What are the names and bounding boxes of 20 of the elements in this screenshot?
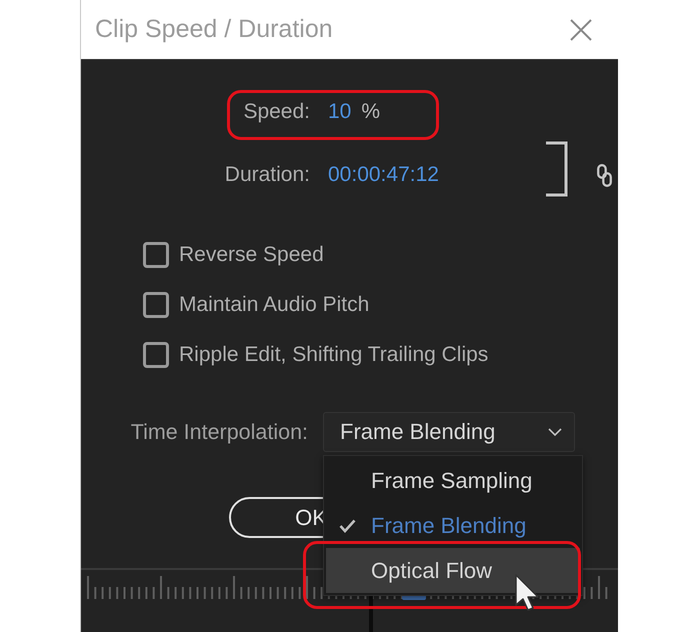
checkbox-label[interactable]: Reverse Speed — [179, 243, 324, 267]
percent-unit: % — [361, 100, 380, 124]
duration-label: Duration: — [224, 162, 310, 188]
checkbox-label[interactable]: Maintain Audio Pitch — [179, 293, 370, 317]
checkbox-label[interactable]: Ripple Edit, Shifting Trailing Clips — [179, 343, 488, 367]
bracket-icon — [545, 141, 569, 197]
menu-item[interactable]: Optical Flow — [326, 548, 580, 593]
checkbox[interactable] — [143, 242, 169, 268]
chevron-down-icon — [548, 428, 562, 436]
time-interpolation-label: Time Interpolation: — [130, 420, 308, 444]
checkbox[interactable] — [143, 342, 169, 368]
checkmark-icon — [339, 518, 356, 532]
duration-value[interactable]: 00:00:47:12 — [328, 155, 528, 195]
link-icon[interactable] — [597, 164, 612, 186]
close-icon[interactable] — [570, 18, 592, 40]
window-title: Clip Speed / Duration — [95, 15, 333, 44]
speed-label: Speed: — [243, 99, 310, 125]
dropdown[interactable]: Frame Blending — [323, 412, 575, 452]
checkbox[interactable] — [143, 292, 169, 318]
speed-value[interactable]: 10 — [328, 100, 352, 124]
